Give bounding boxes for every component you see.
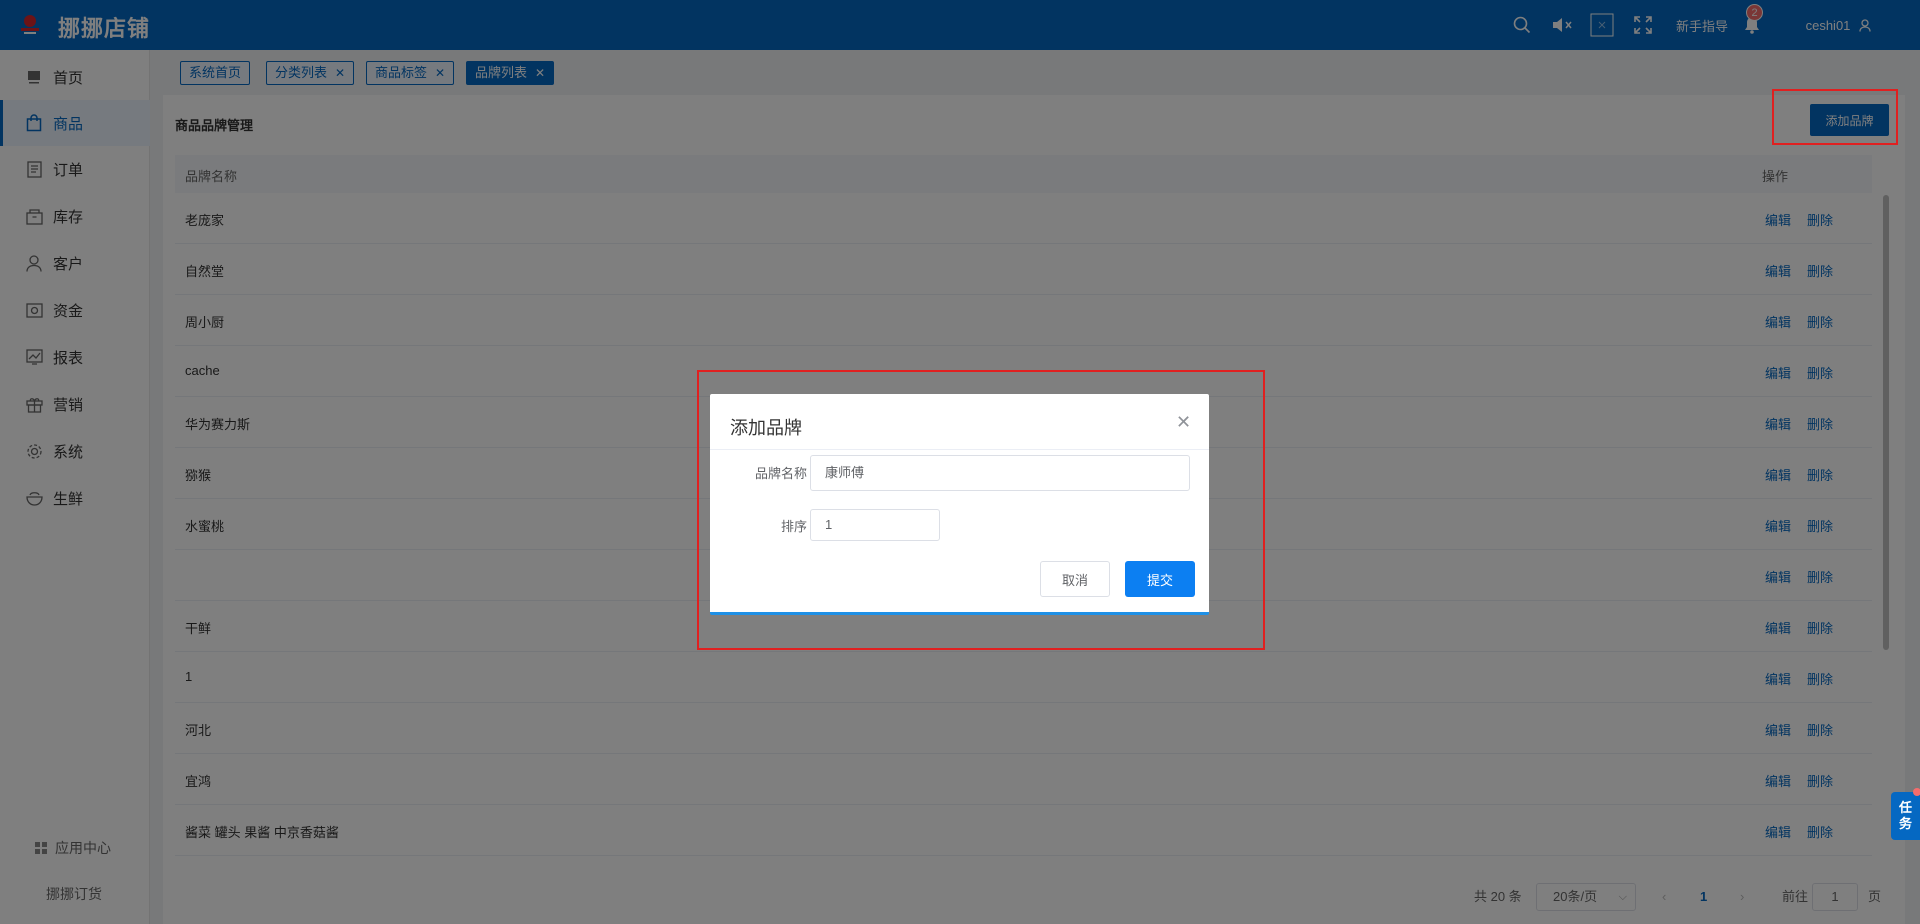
brand-name-input[interactable]: 康师傅 [810, 455, 1190, 491]
sort-label: 排序 [780, 519, 807, 534]
sort-input[interactable]: 1 [810, 509, 940, 541]
dialog-divider [710, 449, 1209, 450]
close-icon[interactable]: ✕ [1176, 412, 1191, 433]
dialog-title: 添加品牌 [730, 418, 802, 438]
highlight-box [1772, 89, 1898, 145]
submit-button[interactable]: 提交 [1125, 561, 1195, 597]
task-side-tab[interactable]: 任务 [1891, 792, 1920, 840]
task-tab-label: 任务 [1898, 800, 1912, 831]
task-notification-dot [1913, 788, 1920, 796]
add-brand-dialog: 添加品牌 ✕ 品牌名称 康师傅 排序 1 取消 提交 [710, 394, 1209, 615]
brand-name-label: 品牌名称 [754, 466, 807, 481]
cancel-button[interactable]: 取消 [1040, 561, 1110, 597]
